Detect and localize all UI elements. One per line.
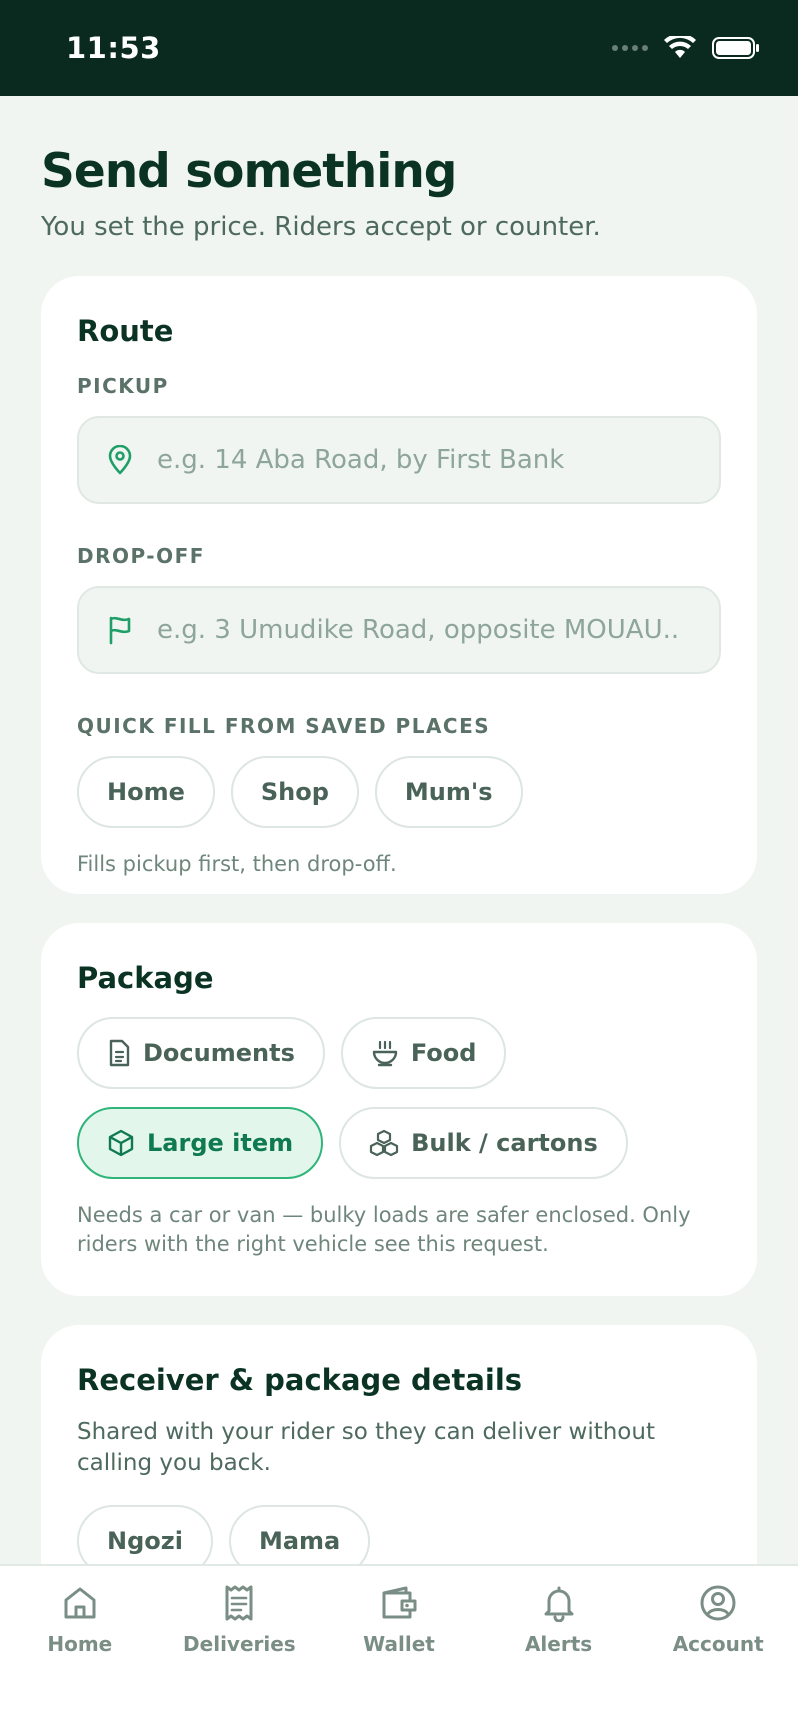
nav-item-deliveries[interactable]: Deliveries [164,1584,314,1727]
receiver-contact-mama[interactable]: Mama [228,1505,371,1564]
receiver-contact-ngozi[interactable]: Ngozi [77,1505,213,1564]
saved-places-hint: Fills pickup first, then drop-off. [77,852,397,876]
status-icons [612,36,760,60]
pickup-field[interactable] [77,416,721,504]
package-option-label: Large item [147,1129,294,1157]
saved-places-row: Home Shop Mum's [77,756,721,828]
nav-item-account[interactable]: Account [643,1584,793,1727]
saved-place-mums-chip[interactable]: Mum's [374,756,523,828]
bell-icon [544,1586,574,1622]
nav-label-alerts: Alerts [524,1632,593,1656]
dropoff-field[interactable] [77,586,721,674]
nav-label-account: Account [672,1632,764,1656]
nav-item-home[interactable]: Home [5,1584,155,1727]
package-option-large-item[interactable]: Large item [77,1107,324,1179]
receiver-card: Receiver & package details Shared with y… [41,1325,757,1564]
saved-place-shop-chip[interactable]: Shop [230,756,359,828]
package-card: Package Documents Food Large item Bulk /… [41,923,757,1296]
flag-icon [109,616,131,645]
document-icon [109,1039,130,1067]
pickup-label: PICKUP [77,374,169,398]
wallet-icon [382,1586,417,1619]
battery-icon [712,37,759,59]
package-option-bulk-cartons[interactable]: Bulk / cartons [339,1107,628,1179]
wifi-icon [664,36,696,58]
package-hint: Needs a car or van — bulky loads are saf… [77,1203,691,1256]
saved-places-label: QUICK FILL FROM SAVED PLACES [77,714,491,738]
status-bar: 11:53 [0,0,798,96]
nav-item-wallet[interactable]: Wallet [324,1584,474,1727]
package-options-row-1: Documents Food [77,1017,721,1089]
package-option-documents[interactable]: Documents [77,1017,325,1089]
food-bowl-icon [372,1040,398,1067]
home-icon [64,1587,96,1619]
saved-place-home-chip[interactable]: Home [77,756,215,828]
package-options-row-2: Large item Bulk / cartons [77,1107,721,1179]
package-option-food[interactable]: Food [340,1017,507,1089]
dropoff-input[interactable] [157,615,677,645]
package-option-label: Food [410,1039,477,1067]
package-option-label: Documents [143,1039,295,1067]
receiver-description: Shared with your rider so they can deliv… [77,1419,655,1476]
nav-label-deliveries: Deliveries [183,1632,296,1656]
nav-label-wallet: Wallet [363,1632,435,1656]
package-option-label: Bulk / cartons [411,1129,598,1157]
package-title: Package [77,961,214,995]
nav-label-home: Home [47,1632,113,1656]
status-time: 11:53 [66,31,161,65]
route-title: Route [77,314,174,348]
box-icon [108,1129,134,1157]
route-card: Route PICKUP DROP-OFF QUICK FILL FROM SA… [41,276,757,894]
receiver-contacts-row: Ngozi Mama [77,1505,721,1564]
pickup-input[interactable] [157,445,677,475]
cartons-icon [370,1129,399,1157]
bottom-nav: Home Deliveries Wallet Alerts Account [0,1564,798,1727]
nav-item-alerts[interactable]: Alerts [484,1584,634,1727]
account-icon [700,1585,736,1621]
page-title: Send something [41,144,457,199]
receipt-icon [225,1585,253,1621]
map-pin-icon [108,445,132,475]
dropoff-label: DROP-OFF [77,544,205,568]
cellular-signal-icon [612,45,648,51]
receiver-title: Receiver & package details [77,1363,523,1397]
scroll-content[interactable]: Send something You set the price. Riders… [0,96,798,1564]
page-subtitle: You set the price. Riders accept or coun… [41,212,601,242]
